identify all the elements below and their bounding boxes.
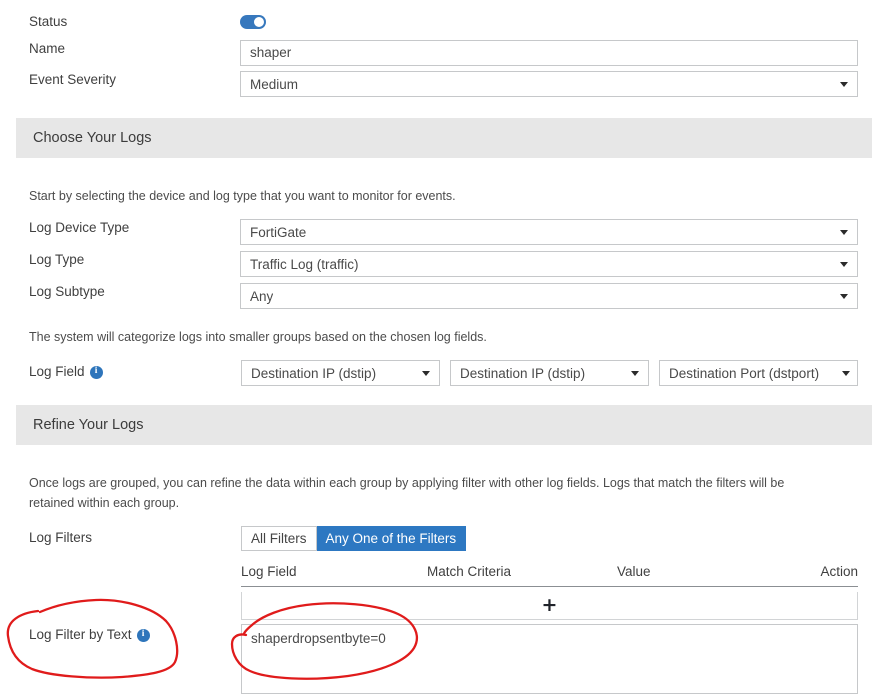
refine-your-logs-section-header: Refine Your Logs xyxy=(16,405,872,445)
column-header-log-field: Log Field xyxy=(241,563,297,579)
choose-your-logs-section-header: Choose Your Logs xyxy=(16,118,872,158)
chevron-down-icon xyxy=(631,370,639,376)
choose-your-logs-title: Choose Your Logs xyxy=(33,130,152,146)
log-device-type-row: Log Device Type FortiGate xyxy=(0,219,879,245)
plus-icon: + xyxy=(541,594,558,616)
status-row: Status xyxy=(0,13,879,31)
chevron-down-icon xyxy=(422,370,430,376)
log-field-value-3: Destination Port (dstport) xyxy=(669,365,820,381)
refine-logs-helper-text: Once logs are grouped, you can refine th… xyxy=(29,476,785,510)
log-type-row: Log Type Traffic Log (traffic) xyxy=(0,251,879,277)
name-label: Name xyxy=(29,41,66,56)
log-filter-by-text-textarea[interactable]: shaperdropsentbyte=0 xyxy=(241,624,858,694)
chevron-down-icon xyxy=(840,293,848,299)
log-subtype-label: Log Subtype xyxy=(29,284,105,299)
chevron-down-icon xyxy=(842,370,850,376)
tab-any-one-of-the-filters[interactable]: Any One of the Filters xyxy=(316,526,467,551)
log-field-label-text: Log Field xyxy=(29,364,85,379)
spellcheck-underline xyxy=(251,646,386,650)
log-filter-text-value-wrap: shaperdropsentbyte=0 xyxy=(251,631,386,646)
tab-all-filters[interactable]: All Filters xyxy=(241,526,317,551)
info-icon[interactable]: i xyxy=(89,365,103,379)
chevron-down-icon xyxy=(840,229,848,235)
log-subtype-row: Log Subtype Any xyxy=(0,283,879,309)
event-handler-form-page: Status Name shaper Event Severity Medium… xyxy=(0,0,879,694)
event-severity-value: Medium xyxy=(250,76,299,92)
log-filter-text-value: shaperdropsentbyte=0 xyxy=(251,631,386,646)
log-device-type-value: FortiGate xyxy=(250,224,307,240)
annotation-overlay xyxy=(6,598,418,680)
log-filter-by-text-label: Log Filter by Text i xyxy=(0,626,240,644)
log-field-select-1[interactable]: Destination IP (dstip) xyxy=(241,360,440,386)
status-label: Status xyxy=(29,14,68,29)
column-header-match-criteria: Match Criteria xyxy=(427,563,512,579)
log-device-type-select[interactable]: FortiGate xyxy=(240,219,858,245)
group-helper-text: The system will categorize logs into sma… xyxy=(29,330,487,344)
log-field-label: Log Field i xyxy=(0,363,240,381)
filter-table-divider xyxy=(241,586,858,587)
event-severity-select[interactable]: Medium xyxy=(240,71,858,97)
log-device-type-label: Log Device Type xyxy=(29,220,130,235)
log-filters-label: Log Filters xyxy=(29,530,93,545)
event-severity-label: Event Severity xyxy=(29,72,117,87)
log-subtype-select[interactable]: Any xyxy=(240,283,858,309)
log-subtype-value: Any xyxy=(250,288,274,304)
log-field-value-2: Destination IP (dstip) xyxy=(460,365,586,381)
column-header-action: Action xyxy=(820,563,858,579)
log-field-select-2[interactable]: Destination IP (dstip) xyxy=(450,360,649,386)
column-header-value: Value xyxy=(617,563,651,579)
event-severity-row: Event Severity Medium xyxy=(0,71,879,97)
status-toggle-knob xyxy=(254,17,264,27)
log-type-select[interactable]: Traffic Log (traffic) xyxy=(240,251,858,277)
log-filter-by-text-label-text: Log Filter by Text xyxy=(29,627,132,642)
add-filter-button[interactable]: + xyxy=(241,592,858,620)
status-toggle[interactable] xyxy=(240,15,266,29)
refine-your-logs-title: Refine Your Logs xyxy=(33,417,144,433)
log-filters-tabs: All Filters Any One of the Filters xyxy=(241,526,467,551)
choose-logs-helper-text: Start by selecting the device and log ty… xyxy=(29,189,456,203)
log-field-select-3[interactable]: Destination Port (dstport) xyxy=(659,360,858,386)
name-input[interactable]: shaper xyxy=(240,40,858,66)
filter-table-header: Log Field Match Criteria Value Action xyxy=(241,560,858,582)
log-field-value-1: Destination IP (dstip) xyxy=(251,365,377,381)
log-type-label: Log Type xyxy=(29,252,85,267)
log-type-value: Traffic Log (traffic) xyxy=(250,256,359,272)
name-row: Name shaper xyxy=(0,40,879,66)
chevron-down-icon xyxy=(840,81,848,87)
info-icon[interactable]: i xyxy=(136,628,150,642)
chevron-down-icon xyxy=(840,261,848,267)
